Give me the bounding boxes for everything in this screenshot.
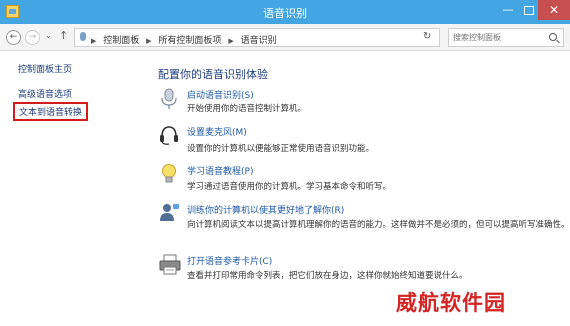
item-description: 查看并打印常用命令列表，把它们放在身边，这样你就始终知道要说什么。 bbox=[187, 271, 468, 281]
search-icon[interactable] bbox=[549, 33, 557, 41]
back-button[interactable]: ← bbox=[6, 30, 21, 45]
start-speech-recognition-link[interactable]: 启动语音识别(S) bbox=[187, 88, 254, 101]
address-bar[interactable]: ▶ 控制面板 ▶ 所有控制面板项 ▶ 语音识别 ⌄ bbox=[74, 28, 492, 47]
printer-icon bbox=[159, 254, 181, 275]
microphone-icon bbox=[80, 32, 86, 41]
headset-icon bbox=[160, 126, 178, 145]
sidebar-item-advanced-speech-options[interactable]: 高级语音选项 bbox=[18, 87, 72, 100]
breadcrumb-item[interactable]: 语音识别 bbox=[241, 36, 277, 46]
watermark-text: 威航软件园 bbox=[396, 290, 506, 315]
item-description: 向计算机阅读文本以提高计算机理解你的语音的能力。这样做并不是必须的，但可以提高听… bbox=[187, 220, 570, 230]
forward-button[interactable]: → bbox=[25, 30, 40, 45]
breadcrumb: ▶ 控制面板 ▶ 所有控制面板项 ▶ 语音识别 bbox=[91, 36, 277, 46]
recent-locations-icon[interactable]: ⌄ bbox=[45, 31, 52, 40]
navigation-bar: ← → ⌄ ↑ ▶ 控制面板 ▶ 所有控制面板项 ▶ 语音识别 ⌄ ↻ bbox=[0, 24, 570, 51]
refresh-button[interactable]: ↻ bbox=[423, 31, 431, 42]
window-title: 语音识别 bbox=[263, 7, 307, 20]
microphone-icon bbox=[161, 88, 177, 109]
sidebar-item-text-to-speech[interactable]: 文本到语音转换 bbox=[13, 102, 89, 121]
search-input[interactable] bbox=[453, 31, 543, 44]
person-speaking-icon bbox=[160, 204, 179, 221]
title-bar: 语音识别 — ✕ bbox=[0, 0, 570, 24]
open-speech-reference-card-link[interactable]: 打开语音参考卡片(C) bbox=[187, 254, 272, 267]
lightbulb-icon bbox=[162, 164, 176, 183]
sidebar-item-control-panel-home[interactable]: 控制面板主页 bbox=[18, 62, 72, 75]
search-box[interactable] bbox=[448, 28, 564, 47]
item-description: 学习通过语音使用你的计算机。学习基本命令和听写。 bbox=[187, 182, 392, 192]
up-button[interactable]: ↑ bbox=[59, 29, 68, 42]
item-description: 设置你的计算机以便能够正常使用语音识别功能。 bbox=[187, 144, 375, 154]
maximize-button[interactable] bbox=[524, 6, 534, 15]
breadcrumb-item[interactable]: 所有控制面板项 bbox=[158, 36, 221, 46]
page-title: 配置你的语音识别体验 bbox=[158, 68, 268, 81]
close-button[interactable]: ✕ bbox=[538, 0, 570, 20]
item-description: 开始使用你的语音控制计算机。 bbox=[187, 104, 307, 114]
set-up-microphone-link[interactable]: 设置麦克风(M) bbox=[187, 125, 247, 138]
minimize-button[interactable]: — bbox=[501, 4, 515, 17]
take-speech-tutorial-link[interactable]: 学习语音教程(P) bbox=[187, 164, 253, 177]
train-computer-link[interactable]: 训练你的计算机以使其更好地了解你(R) bbox=[187, 203, 344, 216]
breadcrumb-item[interactable]: 控制面板 bbox=[103, 36, 139, 46]
